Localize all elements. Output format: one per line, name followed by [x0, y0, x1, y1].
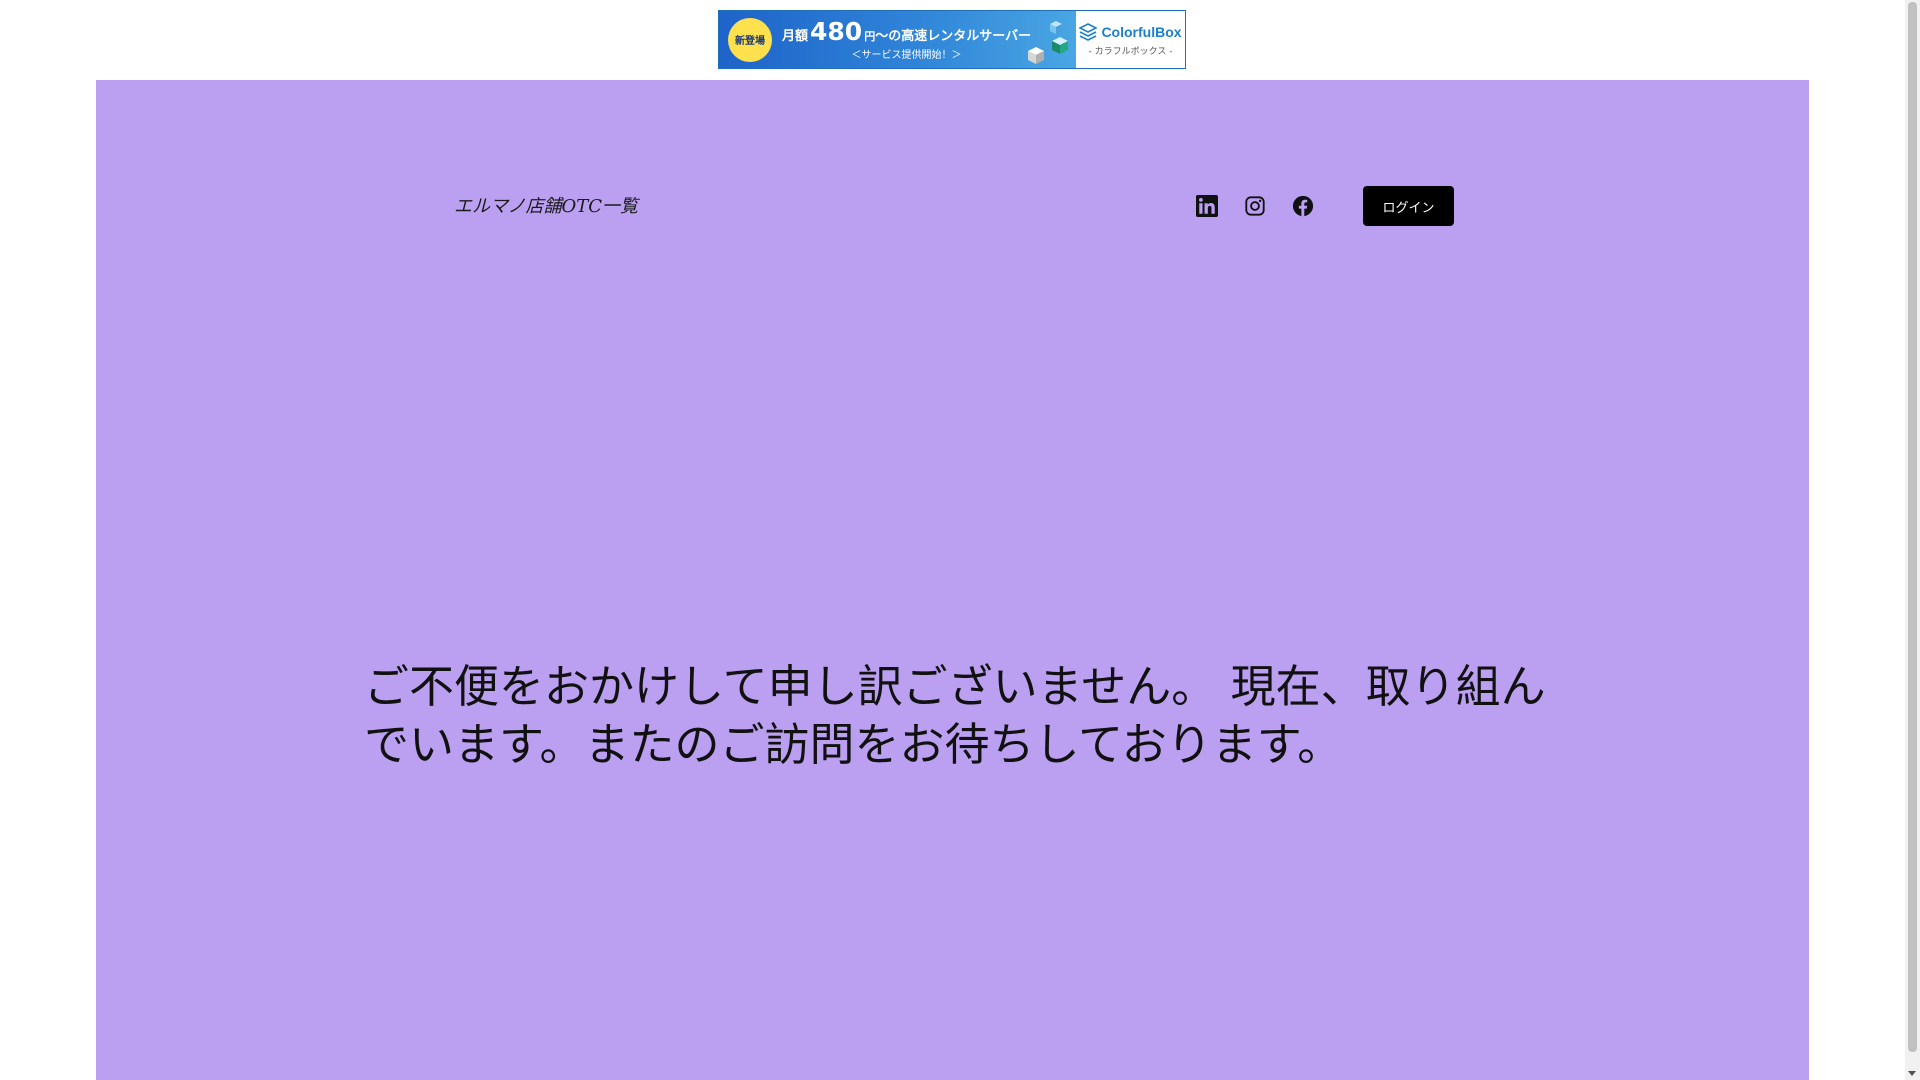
ad-copy: 月額 480 円 〜の高速レンタルサーバー ＜サービス提供開始！＞ — [782, 16, 1032, 61]
page: 新登場 月額 480 円 〜の高速レンタルサーバー ＜サービス提供開始！＞ Co… — [0, 0, 1920, 1080]
login-button[interactable]: ログイン — [1363, 186, 1454, 226]
ad-price: 480 — [810, 16, 863, 46]
linkedin-icon[interactable] — [1196, 195, 1218, 217]
colorfulbox-logo-icon — [1079, 22, 1098, 41]
instagram-icon[interactable] — [1244, 195, 1266, 217]
ad-badge: 新登場 — [728, 17, 772, 62]
site-title[interactable]: エルマノ店舗OTC一覧 — [454, 192, 638, 218]
facebook-icon[interactable] — [1292, 195, 1314, 217]
maintenance-message: ご不便をおかけして申し訳ございません。 現在、取り組んでいます。またのご訪問をお… — [364, 660, 1546, 771]
scroll-down-arrow-icon[interactable] — [1908, 1071, 1916, 1076]
scrollbar-thumb[interactable] — [1908, 2, 1917, 1052]
ad-brand: ColorfulBox — [1079, 22, 1182, 41]
ad-prefix: 月額 — [782, 28, 809, 44]
ad-subline: ＜サービス提供開始！＞ — [851, 49, 962, 61]
ad-yen: 円 — [864, 29, 876, 43]
ad-headline: 月額 480 円 〜の高速レンタルサーバー — [782, 16, 1032, 46]
ad-brand-name: ColorfulBox — [1101, 23, 1182, 40]
cubes-icon — [1028, 21, 1068, 64]
ad-banner-main: 新登場 月額 480 円 〜の高速レンタルサーバー ＜サービス提供開始！＞ — [719, 11, 1076, 68]
ad-banner[interactable]: 新登場 月額 480 円 〜の高速レンタルサーバー ＜サービス提供開始！＞ Co… — [718, 10, 1186, 69]
ad-brand-panel: ColorfulBox - カラフルボックス - — [1076, 11, 1185, 68]
ad-brand-sub: - カラフルボックス - — [1088, 46, 1173, 57]
ad-tagline: 〜の高速レンタルサーバー — [875, 28, 1032, 44]
scrollbar[interactable] — [1905, 0, 1920, 1080]
main-section: エルマノ店舗OTC一覧 ログイン ご不便をおかけして申し訳ございません。 現在、… — [96, 80, 1809, 1080]
